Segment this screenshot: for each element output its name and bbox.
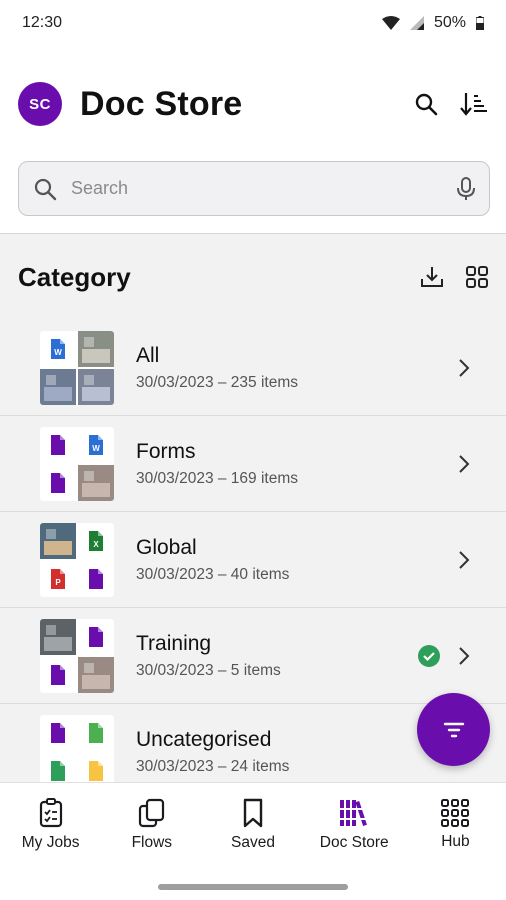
category-meta: 30/03/2023 – 5 items: [136, 661, 281, 679]
home-indicator[interactable]: [158, 884, 348, 890]
grid-view-icon[interactable]: [466, 266, 488, 288]
svg-text:W: W: [54, 348, 62, 357]
nav-label: Hub: [441, 833, 470, 850]
library-icon: [339, 800, 370, 826]
nav-saved[interactable]: Saved: [202, 783, 303, 863]
header-actions: [412, 90, 488, 118]
category-thumbnails: [40, 618, 114, 693]
category-row[interactable]: Training 30/03/2023 – 5 items: [0, 608, 506, 704]
status-time: 12:30: [22, 14, 63, 31]
category-meta: 30/03/2023 – 40 items: [136, 565, 290, 583]
flows-icon: [138, 798, 164, 828]
pdf-file-icon: [40, 656, 76, 693]
chevron-right-icon: [452, 356, 476, 380]
microphone-icon[interactable]: [457, 176, 475, 201]
signal-icon: [409, 16, 424, 30]
search-input[interactable]: [71, 178, 457, 199]
category-name: All: [136, 343, 160, 367]
category-thumbnails: W: [40, 330, 114, 405]
pdf-file-icon: [40, 464, 76, 501]
photo-thumbnail: [40, 618, 76, 655]
category-text: All 30/03/2023 – 235 items: [136, 344, 452, 392]
category-meta: 30/03/2023 – 169 items: [136, 469, 299, 487]
wifi-icon: [381, 16, 400, 30]
category-text: Training 30/03/2023 – 5 items: [136, 632, 418, 680]
category-name: Forms: [136, 439, 196, 463]
category-name: Training: [136, 631, 212, 655]
svg-text:P: P: [55, 578, 61, 587]
avatar[interactable]: SC: [18, 82, 62, 126]
clipboard-icon: [39, 798, 62, 828]
photo-thumbnail: [78, 330, 114, 367]
sort-button[interactable]: [460, 90, 488, 118]
svg-text:X: X: [93, 540, 99, 549]
nav-hub[interactable]: Hub: [405, 783, 506, 863]
search-icon: [415, 93, 438, 116]
photo-thumbnail: [40, 368, 76, 405]
search-button[interactable]: [412, 90, 440, 118]
nav-my-jobs[interactable]: My Jobs: [0, 783, 101, 863]
status-bar: 12:30 50%: [0, 0, 506, 46]
grid-icon: [441, 799, 470, 827]
nav-flows[interactable]: Flows: [101, 783, 202, 863]
photo-thumbnail: [78, 656, 114, 693]
category-name: Uncategorised: [136, 728, 272, 751]
filter-fab[interactable]: [417, 693, 490, 766]
chevron-right-icon: [452, 548, 476, 572]
nav-label: My Jobs: [21, 834, 80, 851]
word-file-icon: W: [40, 330, 76, 367]
section-title: Category: [18, 261, 131, 292]
bottom-navigation: My Jobs Flows Saved Doc Store Hub: [0, 782, 506, 900]
category-row[interactable]: W Forms 30/03/2023 – 169 items: [0, 416, 506, 512]
chevron-right-icon: [452, 452, 476, 476]
category-text: Global 30/03/2023 – 40 items: [136, 536, 452, 584]
nav-label: Flows: [131, 834, 173, 851]
section-actions: [420, 265, 488, 289]
category-text: Uncategorised 30/03/2023 – 24 items: [136, 728, 452, 776]
section-header: Category: [0, 234, 506, 320]
excel-file-icon: X: [78, 522, 114, 559]
download-icon[interactable]: [420, 265, 444, 289]
battery-icon: [476, 16, 484, 30]
category-text: Forms 30/03/2023 – 169 items: [136, 440, 452, 488]
powerpoint-file-icon: P: [40, 560, 76, 597]
check-circle-icon: [418, 644, 440, 667]
green-file-icon: [40, 753, 76, 782]
pdf-file-icon: [78, 560, 114, 597]
search-icon: [34, 178, 57, 200]
category-meta: 30/03/2023 – 235 items: [136, 373, 299, 391]
category-thumbnails: [40, 715, 114, 782]
nav-doc-store[interactable]: Doc Store: [304, 783, 405, 863]
category-meta: 30/03/2023 – 24 items: [136, 758, 290, 775]
green-file-icon: [78, 715, 114, 751]
sort-icon: [460, 93, 487, 116]
photo-thumbnail: [40, 522, 76, 559]
page-title: Doc Store: [80, 84, 243, 123]
nav-label: Saved: [231, 834, 275, 851]
filter-icon: [443, 722, 464, 737]
bookmark-icon: [243, 798, 263, 828]
search-bar[interactable]: [18, 161, 490, 216]
category-panel: Category W All 30/03/2023 – 235 items W Form…: [0, 233, 506, 782]
yellow-file-icon: [78, 753, 114, 782]
nav-label: Doc Store: [319, 834, 389, 851]
battery-percent: 50%: [433, 14, 466, 31]
category-name: Global: [136, 535, 197, 559]
chevron-right-icon: [452, 644, 476, 668]
status-icons: 50%: [381, 14, 484, 32]
word-file-icon: W: [78, 426, 114, 463]
category-row[interactable]: W All 30/03/2023 – 235 items: [0, 320, 506, 416]
photo-thumbnail: [78, 368, 114, 405]
app-header: SC Doc Store: [18, 76, 488, 132]
category-thumbnails: XP: [40, 522, 114, 597]
svg-text:W: W: [92, 444, 100, 453]
photo-thumbnail: [78, 464, 114, 501]
pdf-file-icon: [40, 426, 76, 463]
pdf-file-icon: [40, 715, 76, 751]
pdf-file-icon: [78, 618, 114, 655]
category-thumbnails: W: [40, 426, 114, 501]
category-row[interactable]: X P Global 30/03/2023 – 40 items: [0, 512, 506, 608]
